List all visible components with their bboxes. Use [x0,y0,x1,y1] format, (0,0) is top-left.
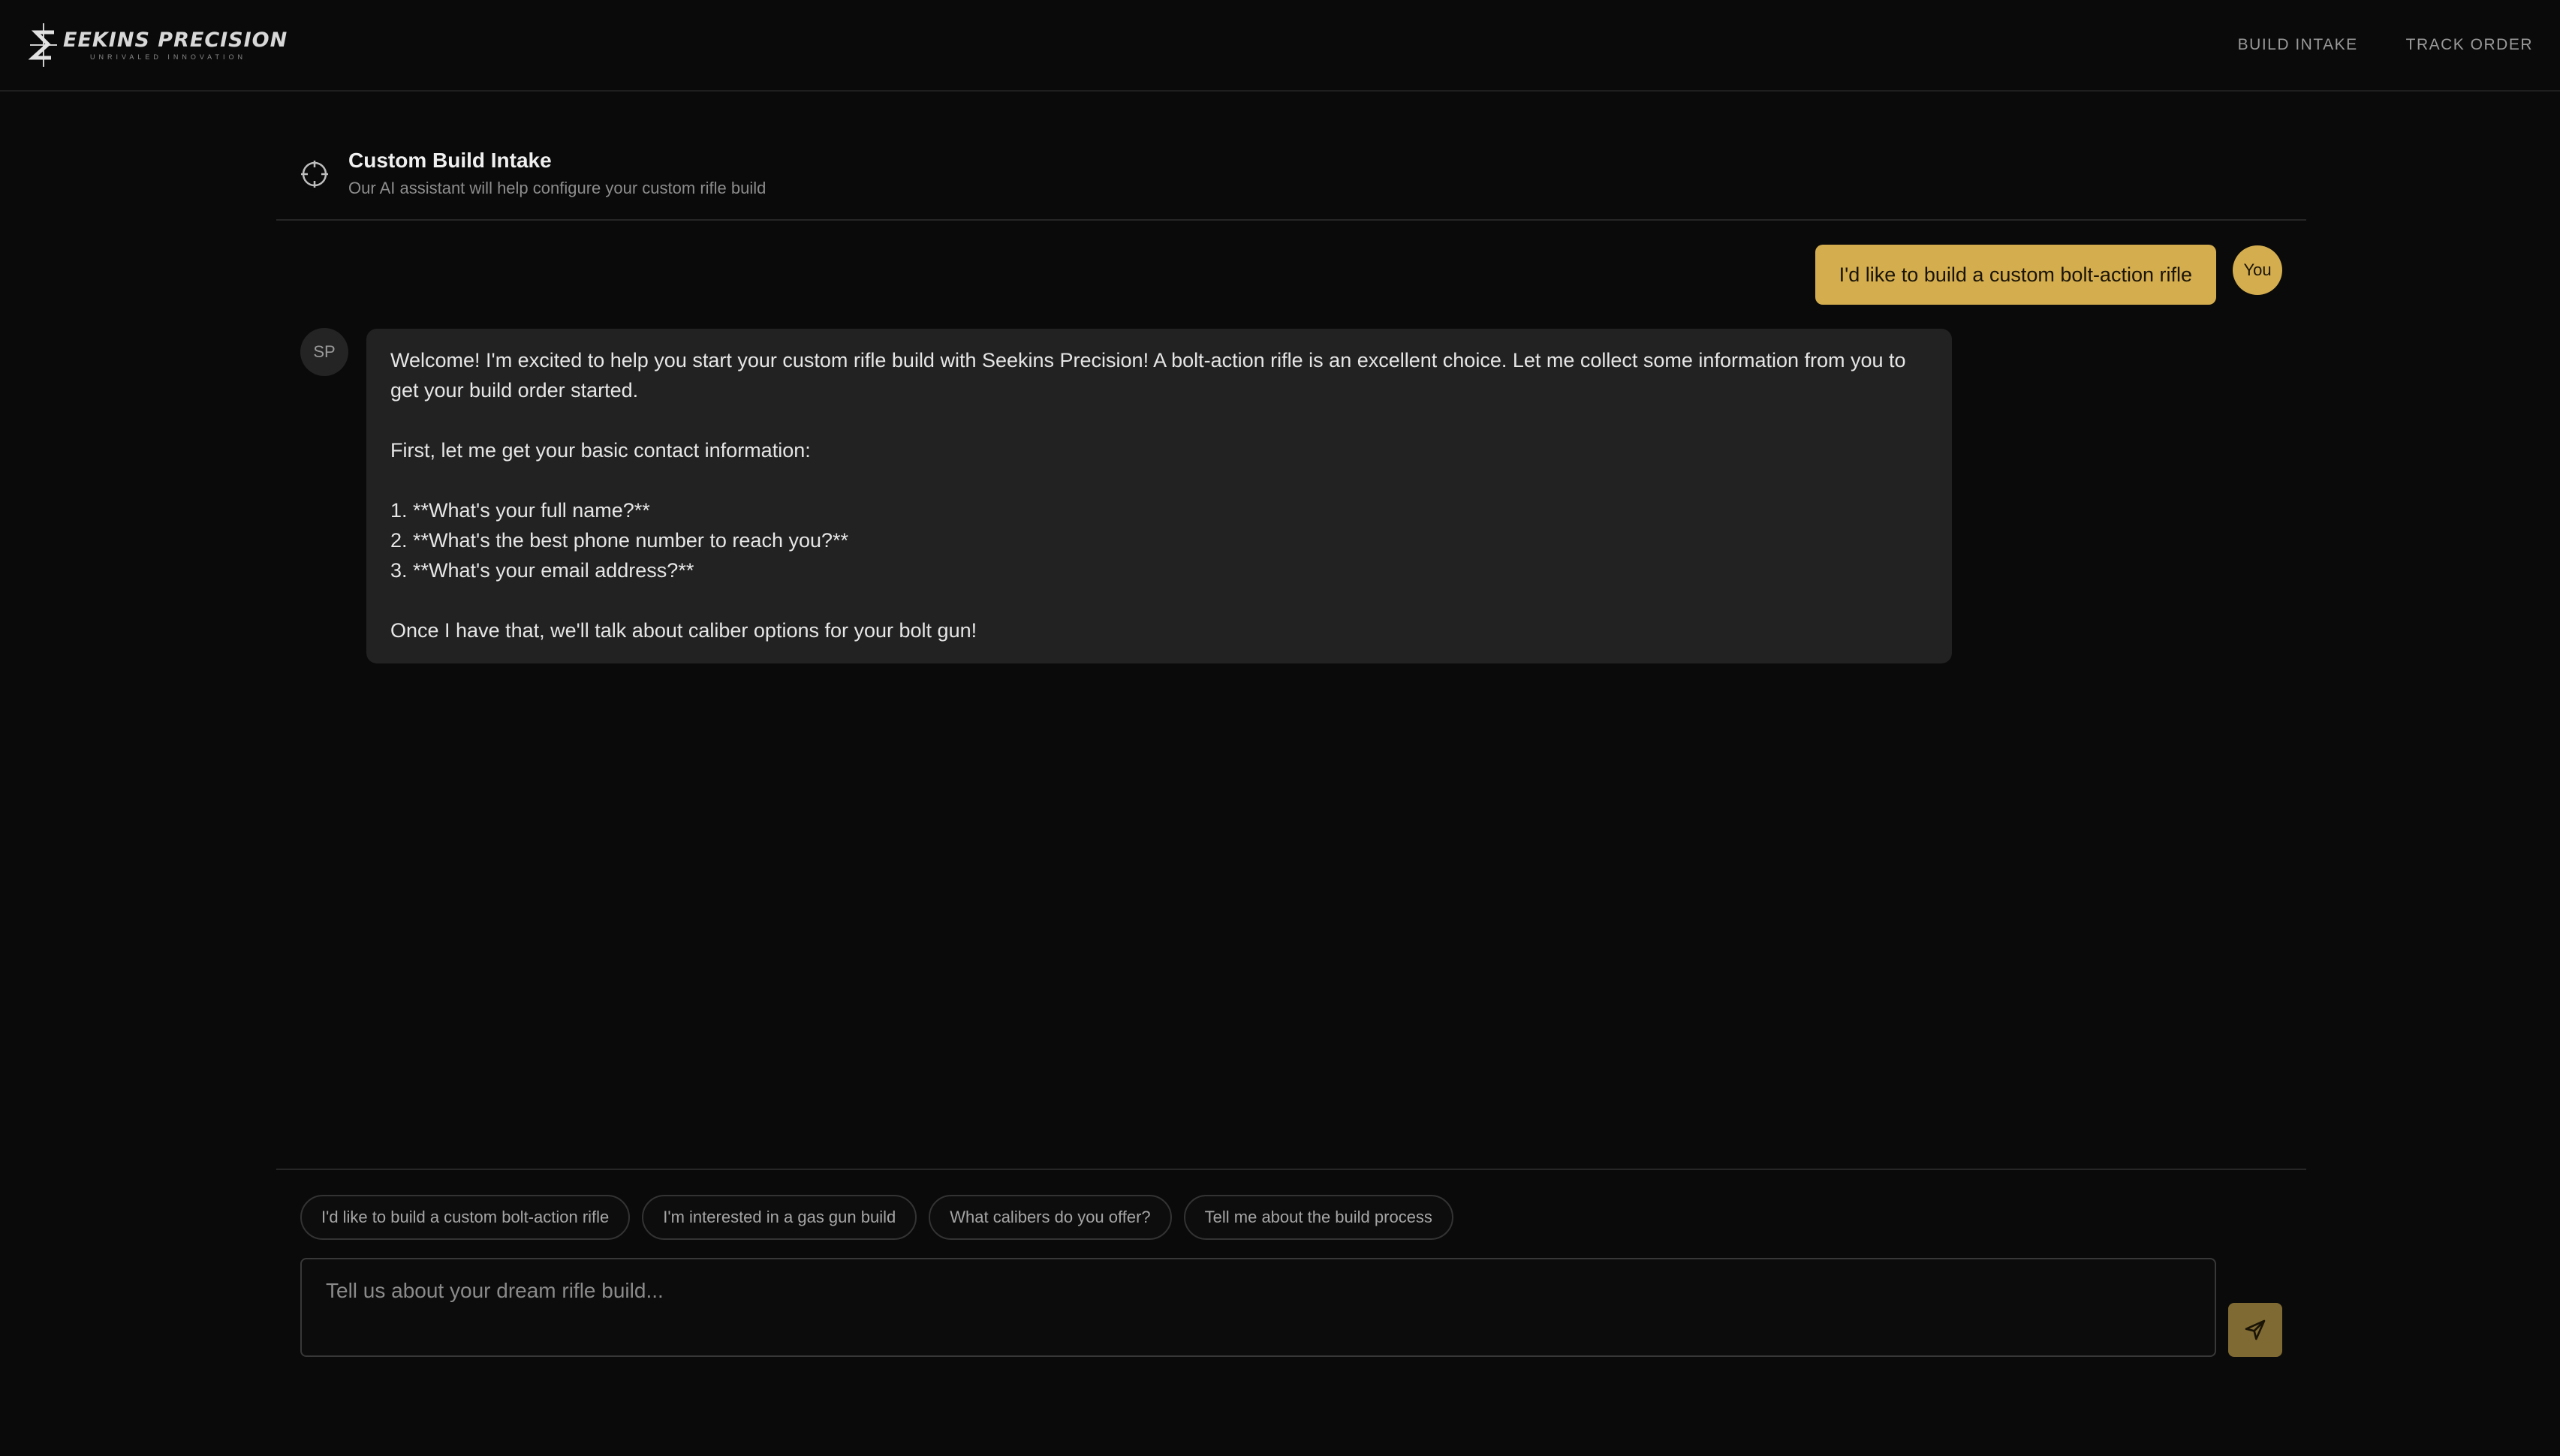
suggestion-chip-gas-gun[interactable]: I'm interested in a gas gun build [642,1195,917,1240]
suggestion-chip-bolt-action[interactable]: I'd like to build a custom bolt-action r… [300,1195,631,1240]
message-input-container [300,1258,2216,1357]
composer-divider [276,1169,2306,1170]
assistant-message-line: 3. **What's your email address?** [390,559,694,582]
assistant-message-bubble: Welcome! I'm excited to help you start y… [366,329,1952,663]
user-message-text: I'd like to build a custom bolt-action r… [1839,263,2192,286]
suggestion-chips: I'd like to build a custom bolt-action r… [300,1195,1453,1240]
top-navigation-bar: EEKINS PRECISION UNRIVALED INNOVATION BU… [0,0,2560,92]
assistant-message-line: 1. **What's your full name?** [390,499,650,522]
message-input[interactable] [302,1259,2215,1355]
seekins-s-logo-icon [29,23,57,67]
brand-logo[interactable]: EEKINS PRECISION UNRIVALED INNOVATION [29,22,288,68]
user-message-bubble: I'd like to build a custom bolt-action r… [1815,245,2216,305]
chat-subtitle: Our AI assistant will help configure you… [348,179,766,197]
assistant-message-line: Welcome! I'm excited to help you start y… [390,349,1906,402]
assistant-message-line: Once I have that, we'll talk about calib… [390,619,977,642]
crosshair-icon [301,161,328,188]
nav-track-order[interactable]: TRACK ORDER [2406,36,2533,54]
user-avatar: You [2233,245,2282,295]
main-nav: BUILD INTAKE TRACK ORDER [2238,36,2533,54]
assistant-message-line: 2. **What's the best phone number to rea… [390,529,849,552]
assistant-avatar: SP [300,328,348,376]
chat-title: Custom Build Intake [348,149,552,172]
send-button[interactable] [2228,1303,2282,1357]
nav-build-intake[interactable]: BUILD INTAKE [2238,36,2358,54]
brand-name: EEKINS PRECISION [63,28,288,52]
send-icon [2245,1319,2266,1340]
chat-panel: Custom Build Intake Our AI assistant wil… [276,92,2306,1456]
suggestion-chip-calibers[interactable]: What calibers do you offer? [929,1195,1172,1240]
suggestion-chip-build-process[interactable]: Tell me about the build process [1183,1195,1453,1240]
assistant-message-line: First, let me get your basic contact inf… [390,439,811,462]
brand-tagline: UNRIVALED INNOVATION [90,53,247,61]
